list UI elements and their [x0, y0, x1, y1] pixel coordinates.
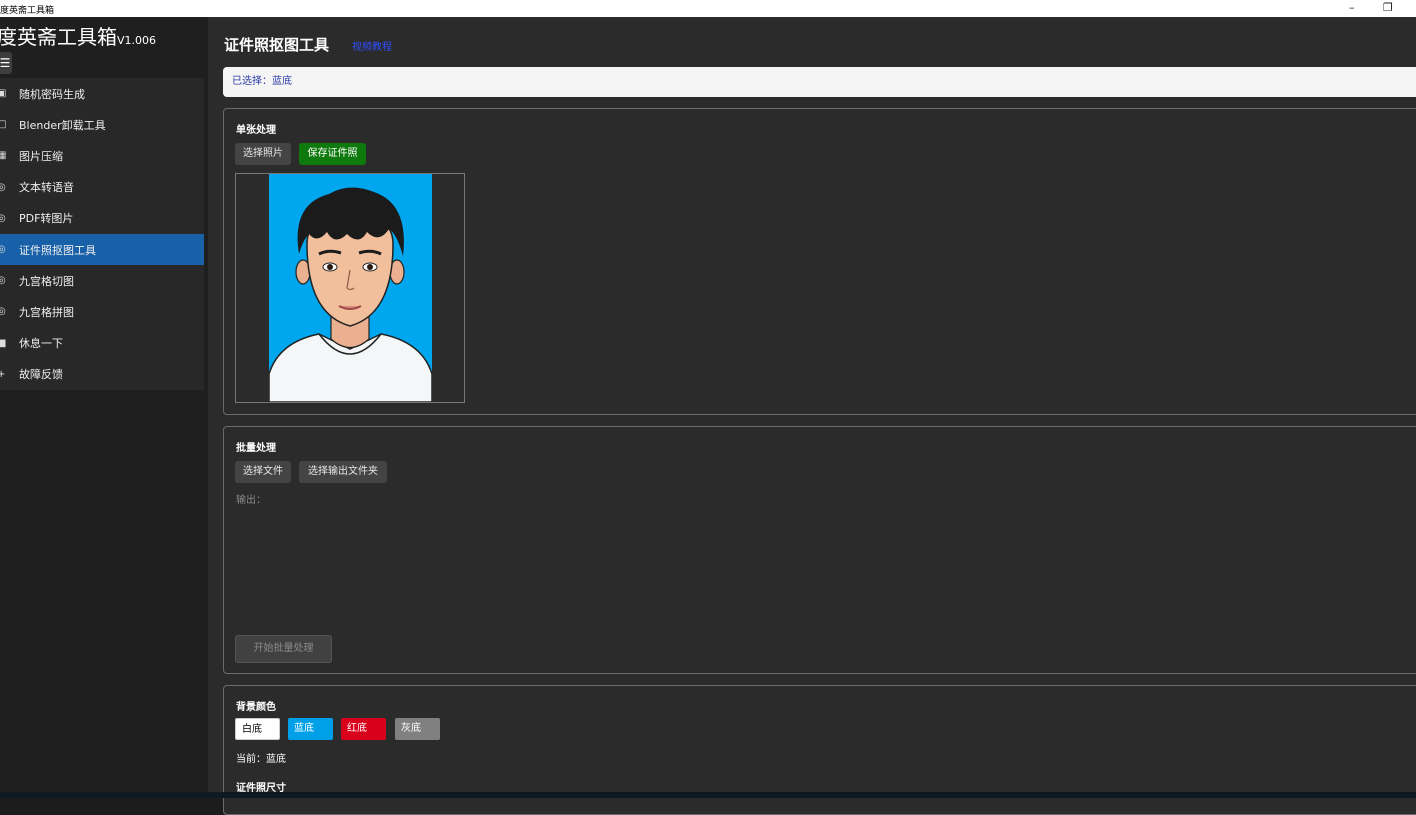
photo-preview [235, 173, 465, 403]
gray-background-button[interactable]: 灰底 [395, 718, 440, 740]
main-panel: 证件照抠图工具 视频教程 已选择：蓝底 单张处理 选择照片 保存证件照 批量处理… [208, 17, 1416, 815]
sidebar-item-rest[interactable]: ■ 休息一下 [0, 328, 204, 359]
restore-icon[interactable]: ❐ [1383, 1, 1393, 15]
idphoto-icon: ◎ [0, 244, 6, 256]
sidebar-item-grid-join[interactable]: ◎ 九宫格拼图 [0, 296, 204, 327]
sidebar-item-label: Blender卸载工具 [19, 118, 106, 132]
sidebar-item-tts[interactable]: ◎ 文本转语音 [0, 172, 204, 203]
selected-status-bar: 已选择：蓝底 [223, 67, 1416, 97]
output-label: 输出： [236, 495, 266, 506]
id-photo-image [269, 174, 432, 402]
sidebar-item-label: 随机密码生成 [19, 87, 85, 101]
background-color-title: 背景颜色 [236, 702, 276, 713]
sidebar-item-label: 证件照抠图工具 [19, 243, 96, 257]
pdf-icon: ◎ [0, 212, 6, 224]
sidebar-item-feedback[interactable]: + 故障反馈 [0, 359, 204, 390]
minimize-icon[interactable]: – [1349, 1, 1355, 15]
app-version: V1.006 [117, 34, 157, 47]
blue-background-button[interactable]: 蓝底 [288, 718, 333, 740]
current-background: 当前：蓝底 [236, 754, 286, 765]
sidebar-item-label: 图片压缩 [19, 149, 63, 163]
hamburger-icon[interactable]: ☰ [0, 52, 12, 74]
password-icon: ▣ [0, 88, 7, 100]
window-title: 度英斋工具箱 [0, 6, 55, 16]
sidebar-item-label: 九宫格拼图 [19, 305, 74, 319]
sidebar-item-label: 文本转语音 [19, 181, 74, 195]
window-titlebar: 度英斋工具箱 – ❐ [0, 0, 1416, 17]
choose-photo-button[interactable]: 选择照片 [235, 143, 291, 165]
batch-process-title: 批量处理 [236, 443, 276, 454]
sidebar-item-pdf-to-image[interactable]: ◎ PDF转图片 [0, 203, 204, 234]
sidebar-item-label: 九宫格切图 [19, 274, 74, 288]
taskbar [0, 792, 1416, 798]
tts-icon: ◎ [0, 181, 6, 193]
single-process-card: 单张处理 选择照片 保存证件照 [223, 108, 1416, 415]
save-idphoto-button[interactable]: 保存证件照 [299, 143, 366, 165]
grid-cut-icon: ◎ [0, 275, 6, 287]
white-background-button[interactable]: 白底 [235, 718, 280, 740]
sidebar-item-label: 故障反馈 [19, 368, 63, 382]
sidebar-item-password[interactable]: ▣ 随机密码生成 [0, 78, 204, 109]
page-title: 证件照抠图工具 [224, 36, 330, 54]
sidebar-item-blender-uninstall[interactable]: □ Blender卸载工具 [0, 109, 204, 140]
sidebar-item-idphoto[interactable]: ◎ 证件照抠图工具 [0, 233, 204, 266]
tutorial-link[interactable]: 视频教程 [352, 38, 392, 53]
choose-files-button[interactable]: 选择文件 [235, 461, 291, 483]
uninstall-icon: □ [0, 119, 7, 131]
red-background-button[interactable]: 红底 [341, 718, 386, 740]
app-title: 度英斋工具箱V1.006 [0, 21, 156, 50]
sidebar: 度英斋工具箱V1.006 ☰ ▣ 随机密码生成 □ Blender卸载工具 ▦ … [0, 17, 208, 792]
single-process-title: 单张处理 [236, 125, 276, 136]
grid-join-icon: ◎ [0, 306, 6, 318]
app-name: 度英斋工具箱 [0, 25, 117, 49]
compress-icon: ▦ [0, 150, 7, 162]
sidebar-item-image-compress[interactable]: ▦ 图片压缩 [0, 140, 204, 171]
rest-icon: ■ [0, 337, 7, 349]
sidebar-item-label: PDF转图片 [19, 212, 74, 226]
sidebar-item-grid-cut[interactable]: ◎ 九宫格切图 [0, 265, 204, 296]
feedback-icon: + [0, 368, 6, 380]
batch-process-card: 批量处理 选择文件 选择输出文件夹 输出： 开始批量处理 [223, 426, 1416, 674]
start-batch-button[interactable]: 开始批量处理 [235, 635, 332, 663]
sidebar-item-label: 休息一下 [19, 337, 63, 351]
choose-output-folder-button[interactable]: 选择输出文件夹 [299, 461, 387, 483]
sidebar-nav: ▣ 随机密码生成 □ Blender卸载工具 ▦ 图片压缩 ◎ 文本转语音 ◎ … [0, 78, 204, 390]
